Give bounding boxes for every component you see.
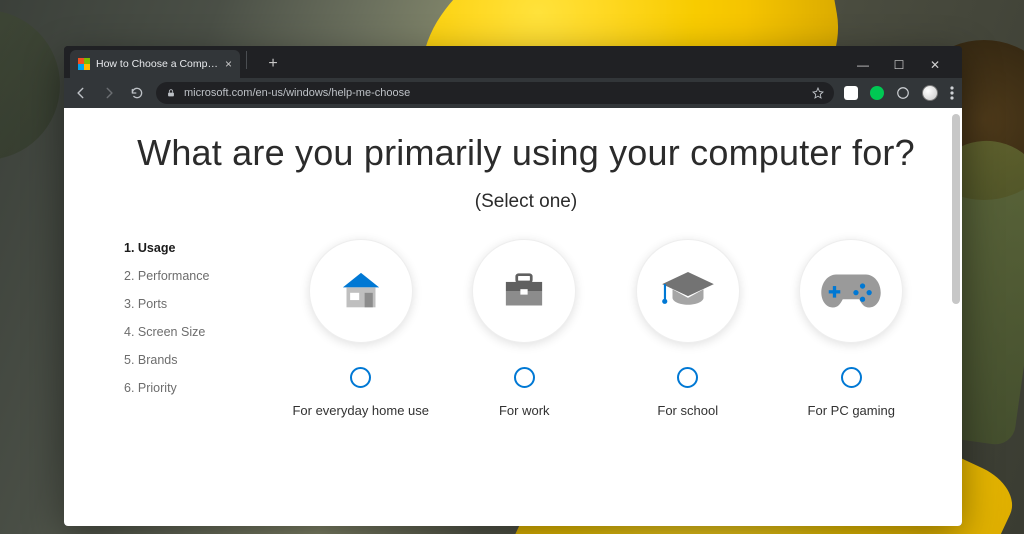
step-item-performance[interactable]: 2. Performance <box>124 269 274 283</box>
profile-avatar-icon[interactable] <box>922 85 938 101</box>
lock-icon <box>166 88 176 98</box>
tab-active[interactable]: How to Choose a Computer: Fin… × <box>70 50 240 78</box>
tab-title: How to Choose a Computer: Fin… <box>96 58 219 70</box>
option-work[interactable]: For work <box>449 239 599 420</box>
step-item-brands[interactable]: 5. Brands <box>124 353 274 367</box>
step-item-ports[interactable]: 3. Ports <box>124 297 274 311</box>
background-decoration <box>0 10 60 160</box>
window-maximize-icon[interactable]: ☐ <box>890 58 908 72</box>
microsoft-favicon-icon <box>78 58 90 70</box>
nav-forward-icon[interactable] <box>100 84 118 102</box>
page-title: What are you primarily using your comput… <box>124 130 928 175</box>
window-close-icon[interactable]: ✕ <box>926 58 944 72</box>
tab-strip: How to Choose a Computer: Fin… × + — ☐ ✕ <box>64 46 962 78</box>
option-label: For school <box>657 402 718 420</box>
option-radio[interactable] <box>841 367 862 388</box>
option-illustration <box>472 239 576 343</box>
page-content: What are you primarily using your comput… <box>64 108 962 450</box>
step-item-priority[interactable]: 6. Priority <box>124 381 274 395</box>
option-illustration <box>636 239 740 343</box>
url-text: microsoft.com/en-us/windows/help-me-choo… <box>184 87 410 99</box>
option-radio[interactable] <box>677 367 698 388</box>
new-tab-button[interactable]: + <box>261 52 285 76</box>
scrollbar-thumb[interactable] <box>952 114 960 304</box>
option-label: For work <box>499 402 550 420</box>
tab-separator <box>246 51 247 69</box>
kebab-menu-icon[interactable] <box>950 86 954 100</box>
window-controls: — ☐ ✕ <box>854 58 956 78</box>
option-grid: For everyday home use <box>284 239 928 420</box>
bookmark-star-icon[interactable] <box>812 87 824 99</box>
option-school[interactable]: For school <box>613 239 763 420</box>
option-radio[interactable] <box>514 367 535 388</box>
option-radio[interactable] <box>350 367 371 388</box>
graduation-cap-icon <box>657 262 719 320</box>
browser-window: How to Choose a Computer: Fin… × + — ☐ ✕… <box>64 46 962 526</box>
gamepad-icon <box>818 266 884 316</box>
page-subtitle: (Select one) <box>124 191 928 213</box>
home-icon <box>332 262 390 320</box>
extension-icon[interactable] <box>844 86 858 100</box>
browser-toolbar: microsoft.com/en-us/windows/help-me-choo… <box>64 78 962 108</box>
step-item-usage[interactable]: 1. Usage <box>124 241 274 255</box>
address-bar[interactable]: microsoft.com/en-us/windows/help-me-choo… <box>156 82 834 104</box>
option-label: For everyday home use <box>292 402 429 420</box>
page-viewport: What are you primarily using your comput… <box>64 108 962 526</box>
step-item-screen-size[interactable]: 4. Screen Size <box>124 325 274 339</box>
briefcase-icon <box>495 262 553 320</box>
option-illustration <box>799 239 903 343</box>
option-label: For PC gaming <box>808 402 895 420</box>
tab-close-icon[interactable]: × <box>225 58 232 70</box>
option-home-use[interactable]: For everyday home use <box>286 239 436 420</box>
nav-back-icon[interactable] <box>72 84 90 102</box>
option-gaming[interactable]: For PC gaming <box>776 239 926 420</box>
step-list: 1. Usage 2. Performance 3. Ports 4. Scre… <box>124 239 274 420</box>
toolbar-actions <box>844 85 954 101</box>
extension-icon[interactable] <box>870 86 884 100</box>
extension-icon[interactable] <box>896 86 910 100</box>
option-illustration <box>309 239 413 343</box>
window-minimize-icon[interactable]: — <box>854 58 872 72</box>
nav-reload-icon[interactable] <box>128 84 146 102</box>
